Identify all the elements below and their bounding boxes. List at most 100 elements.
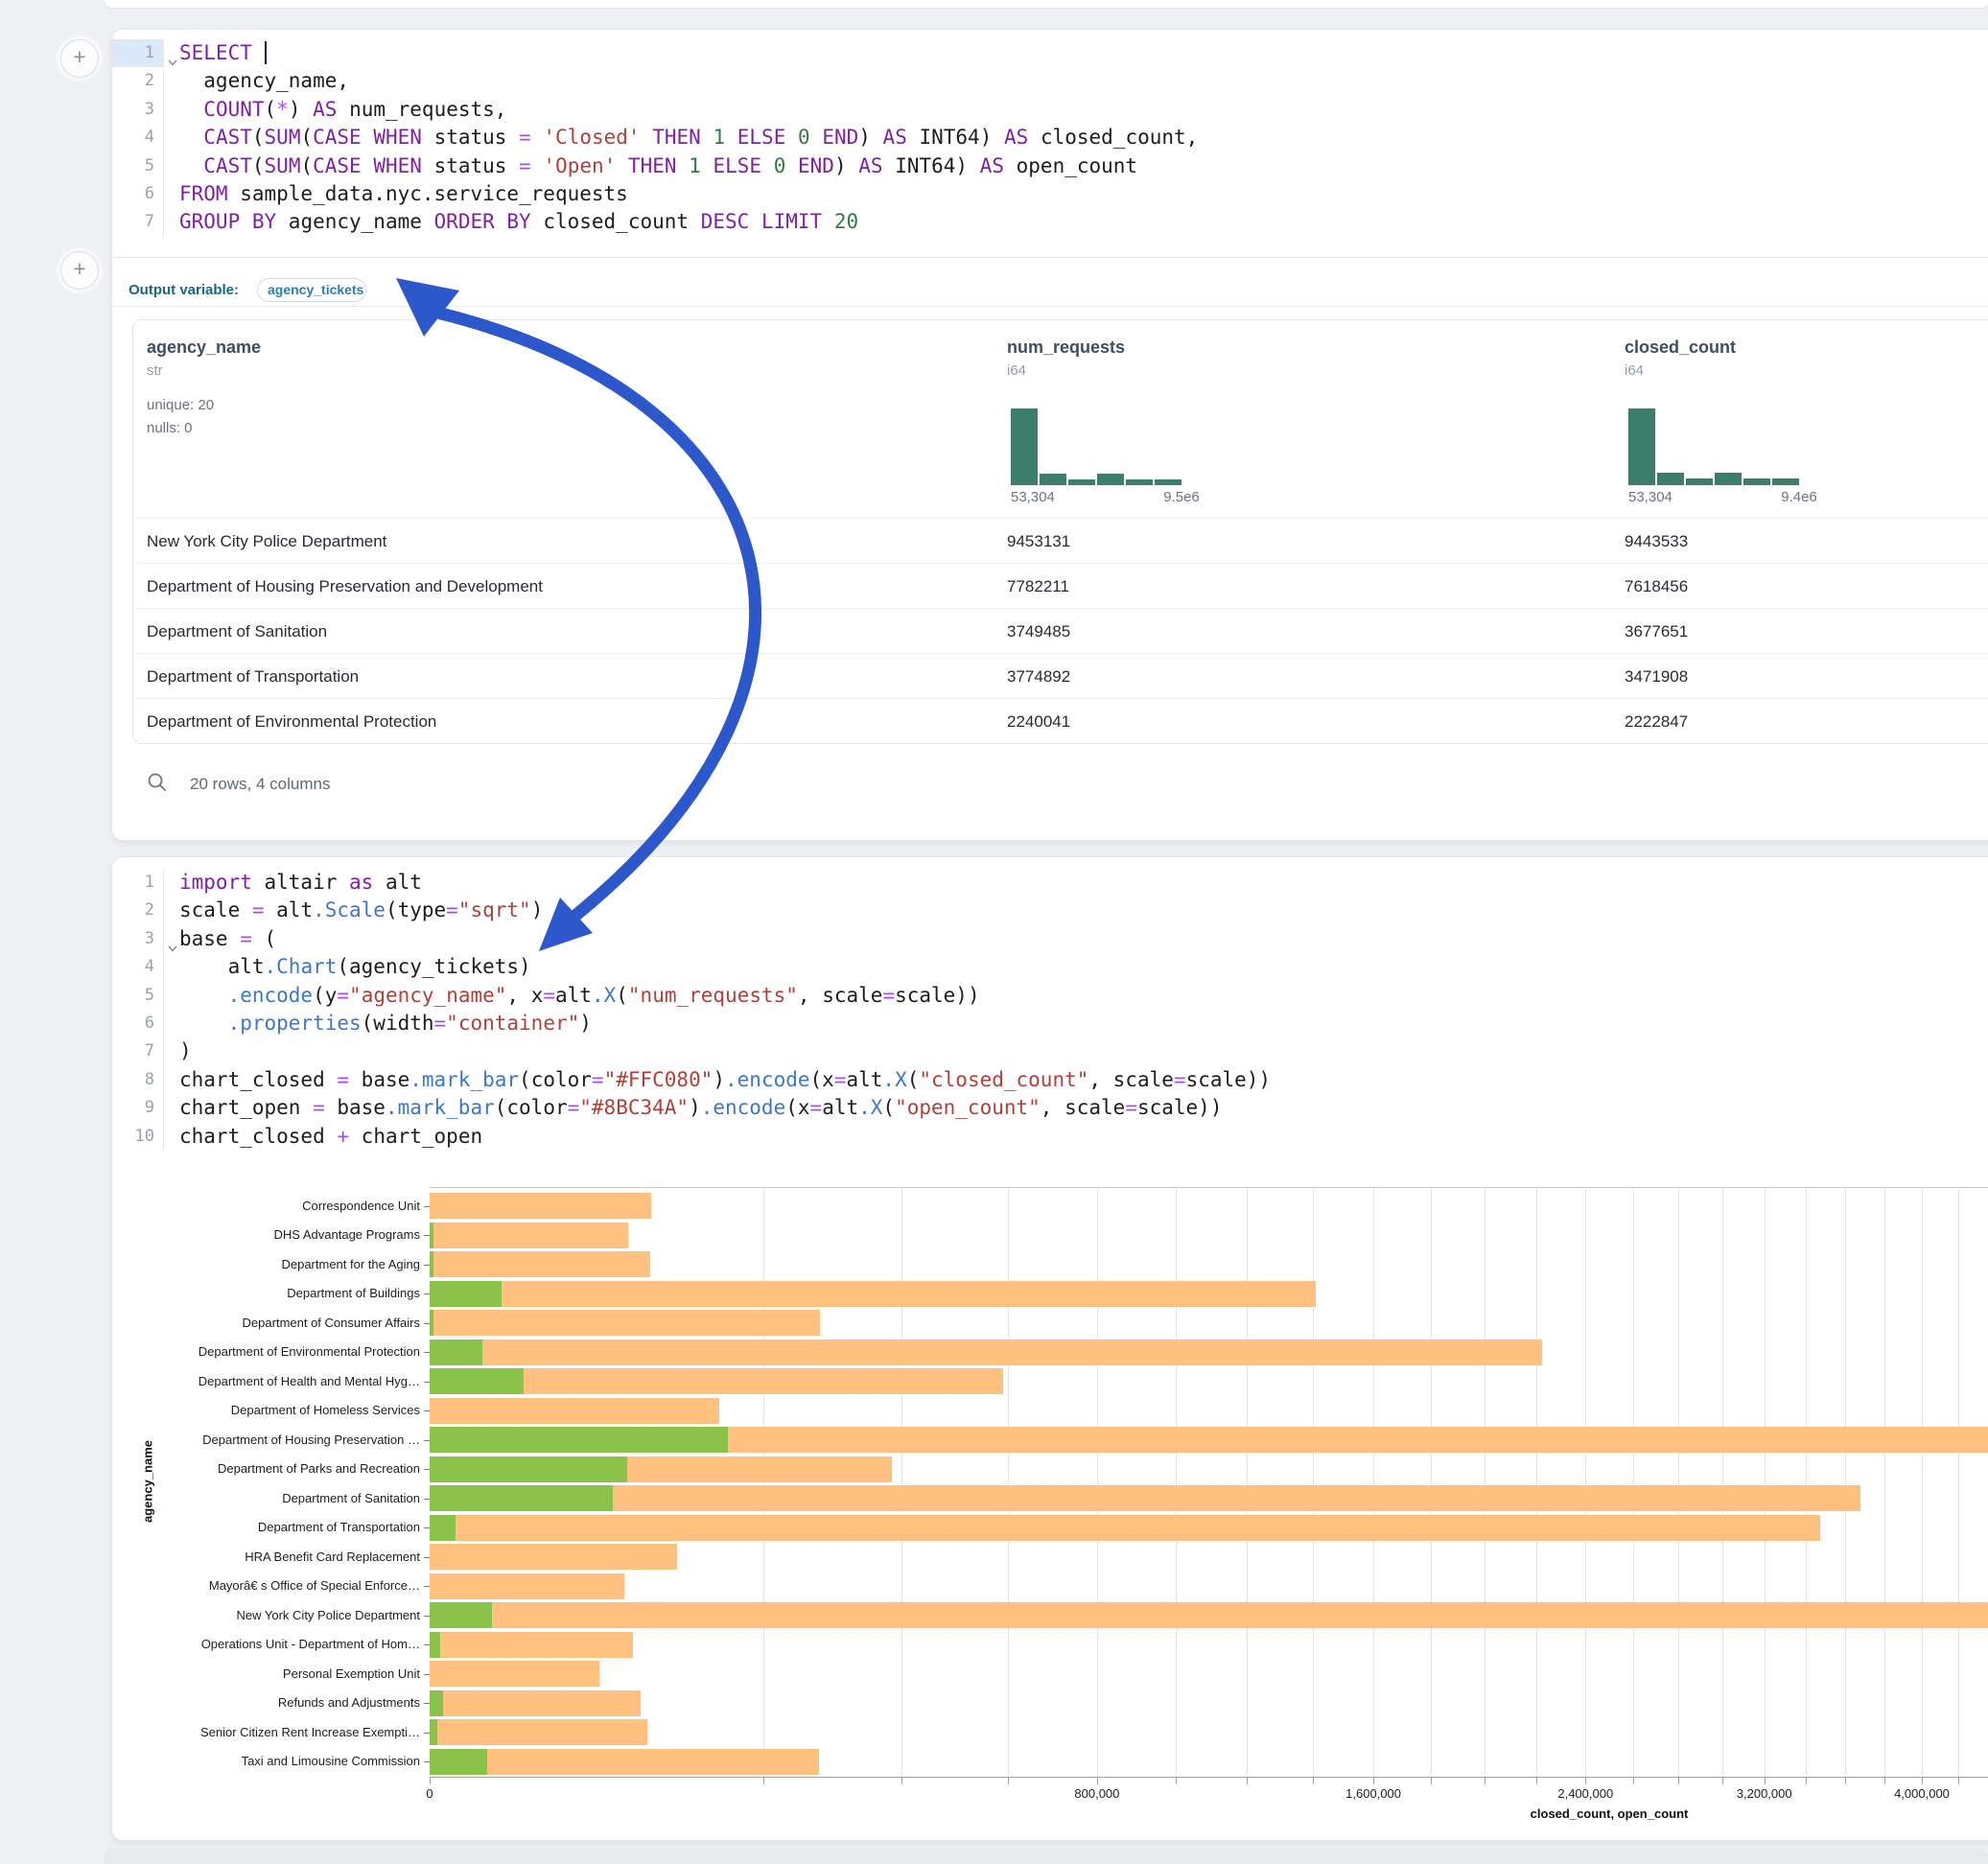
y-axis-label: Mayorâ€ s Office of Special Enforce… bbox=[112, 1577, 420, 1595]
code-text[interactable]: .properties(width="container") bbox=[164, 1010, 592, 1037]
closed-count-bar bbox=[430, 1573, 624, 1599]
code-text[interactable]: chart_closed + chart_open bbox=[164, 1123, 482, 1151]
code-line[interactable]: 7GROUP BY agency_name ORDER BY closed_co… bbox=[112, 208, 1988, 236]
x-tick bbox=[1765, 1778, 1766, 1784]
table-cell: Department of Transportation bbox=[147, 654, 359, 699]
code-text[interactable]: import altair as alt bbox=[164, 869, 422, 897]
y-axis-label: Department of Homeless Services bbox=[112, 1402, 420, 1419]
divider bbox=[112, 257, 1988, 258]
y-axis-label: Department of Parks and Recreation bbox=[112, 1460, 420, 1478]
open-count-bar bbox=[430, 1515, 456, 1541]
closed-count-bar bbox=[430, 1719, 647, 1745]
search-icon[interactable] bbox=[147, 772, 168, 798]
y-tick bbox=[424, 1352, 430, 1353]
open-count-bar bbox=[430, 1281, 502, 1307]
y-tick bbox=[424, 1293, 430, 1294]
code-text[interactable]: CAST(SUM(CASE WHEN status = 'Closed' THE… bbox=[164, 124, 1198, 151]
code-text[interactable]: FROM sample_data.nyc.service_requests bbox=[164, 180, 628, 208]
code-line[interactable]: 5 CAST(SUM(CASE WHEN status = 'Open' THE… bbox=[112, 152, 1988, 180]
x-tick bbox=[1722, 1778, 1723, 1784]
closed-count-bar bbox=[430, 1340, 1542, 1365]
y-tick bbox=[424, 1761, 430, 1762]
code-text[interactable]: chart_closed = base.mark_bar(color="#FFC… bbox=[164, 1066, 1271, 1094]
x-tick bbox=[1884, 1778, 1885, 1784]
column-header[interactable]: closed_count bbox=[1625, 338, 1736, 358]
line-number: 6 bbox=[112, 180, 164, 208]
code-text[interactable]: base = ( bbox=[164, 925, 276, 953]
table-cell: 9443533 bbox=[1625, 519, 1688, 564]
y-axis-label: Department of Buildings bbox=[112, 1285, 420, 1302]
code-line[interactable]: 7) bbox=[112, 1037, 1988, 1065]
gridline bbox=[1176, 1188, 1177, 1777]
gridline bbox=[1373, 1188, 1374, 1777]
previous-cell-edge bbox=[104, 0, 1988, 9]
x-axis-label: 4,000,000 bbox=[1894, 1786, 1950, 1801]
open-count-bar bbox=[430, 1251, 433, 1277]
code-text[interactable]: CAST(SUM(CASE WHEN status = 'Open' THEN … bbox=[164, 152, 1137, 180]
closed-count-bar bbox=[430, 1690, 641, 1716]
code-line[interactable]: 6FROM sample_data.nyc.service_requests bbox=[112, 180, 1988, 208]
divider bbox=[112, 306, 1988, 307]
code-line[interactable]: 4 CAST(SUM(CASE WHEN status = 'Closed' T… bbox=[112, 124, 1988, 151]
table-row[interactable]: Department of Environmental Protection22… bbox=[133, 698, 1988, 744]
code-line[interactable]: 3 COUNT(*) AS num_requests, bbox=[112, 96, 1988, 124]
y-tick bbox=[424, 1235, 430, 1236]
add-cell-button-top[interactable]: + bbox=[60, 39, 99, 78]
code-line[interactable]: 3base = ( bbox=[112, 925, 1988, 953]
column-header[interactable]: num_requests bbox=[1007, 338, 1125, 358]
code-text[interactable]: chart_open = base.mark_bar(color="#8BC34… bbox=[164, 1094, 1222, 1122]
python-code-editor[interactable]: 1import altair as alt2scale = alt.Scale(… bbox=[112, 869, 1988, 1151]
histogram-min-label: 53,304 bbox=[1628, 489, 1672, 505]
column-histogram bbox=[1628, 408, 1799, 485]
y-axis-label: Operations Unit - Department of Hom… bbox=[112, 1636, 420, 1653]
line-number: 1 bbox=[112, 869, 164, 897]
code-text[interactable]: SELECT bbox=[164, 39, 267, 67]
y-tick bbox=[424, 1440, 430, 1441]
code-line[interactable]: 10chart_closed + chart_open bbox=[112, 1123, 1988, 1151]
x-tick bbox=[1373, 1778, 1374, 1784]
code-text[interactable]: scale = alt.Scale(type="sqrt") bbox=[164, 897, 543, 924]
chevron-down-icon[interactable] bbox=[167, 49, 178, 58]
open-count-bar bbox=[430, 1223, 433, 1248]
output-variable-pill[interactable]: agency_tickets bbox=[257, 278, 366, 302]
chart-x-axis: 0800,0001,600,0002,400,0003,200,0004,000… bbox=[430, 1777, 1988, 1778]
code-line[interactable]: 8chart_closed = base.mark_bar(color="#FF… bbox=[112, 1066, 1988, 1094]
code-line[interactable]: 9chart_open = base.mark_bar(color="#8BC3… bbox=[112, 1094, 1988, 1122]
table-row[interactable]: Department of Transportation377489234719… bbox=[133, 653, 1988, 699]
table-row[interactable]: Department of Sanitation37494853677651 bbox=[133, 608, 1988, 654]
line-number: 2 bbox=[112, 67, 164, 95]
code-line[interactable]: 2 agency_name, bbox=[112, 67, 1988, 95]
table-cell: Department of Sanitation bbox=[147, 609, 327, 654]
x-tick bbox=[1097, 1778, 1098, 1784]
code-text[interactable]: COUNT(*) AS num_requests, bbox=[164, 96, 506, 124]
y-tick bbox=[424, 1703, 430, 1704]
code-line[interactable]: 5 .encode(y="agency_name", x=alt.X("num_… bbox=[112, 982, 1988, 1010]
code-text[interactable]: .encode(y="agency_name", x=alt.X("num_re… bbox=[164, 982, 980, 1010]
code-text[interactable]: agency_name, bbox=[164, 67, 349, 95]
column-type: i64 bbox=[1007, 362, 1026, 379]
chart-y-axis-title: agency_name bbox=[141, 1440, 155, 1523]
y-axis-label: Department of Sanitation bbox=[112, 1490, 420, 1507]
code-text[interactable]: GROUP BY agency_name ORDER BY closed_cou… bbox=[164, 208, 858, 236]
code-text[interactable]: ) bbox=[164, 1037, 192, 1065]
page-bottom-bar bbox=[104, 1849, 1988, 1864]
chevron-down-icon[interactable] bbox=[167, 935, 178, 944]
table-row[interactable]: New York City Police Department945313194… bbox=[133, 518, 1988, 564]
code-text[interactable]: alt.Chart(agency_tickets) bbox=[164, 953, 531, 981]
closed-count-bar bbox=[430, 1398, 719, 1424]
gridline bbox=[1845, 1188, 1846, 1777]
table-cell: Department of Housing Preservation and D… bbox=[147, 564, 543, 609]
open-count-bar bbox=[430, 1310, 433, 1336]
column-header[interactable]: agency_name bbox=[147, 338, 261, 358]
y-tick bbox=[424, 1733, 430, 1734]
code-line[interactable]: 6 .properties(width="container") bbox=[112, 1010, 1988, 1037]
open-count-bar bbox=[430, 1602, 492, 1628]
code-line[interactable]: 1import altair as alt bbox=[112, 869, 1988, 897]
code-line[interactable]: 2scale = alt.Scale(type="sqrt") bbox=[112, 897, 1988, 924]
add-cell-button-output[interactable]: + bbox=[60, 251, 99, 290]
sql-code-editor[interactable]: 1SELECT 2 agency_name,3 COUNT(*) AS num_… bbox=[112, 39, 1988, 237]
table-row[interactable]: Department of Housing Preservation and D… bbox=[133, 563, 1988, 609]
code-line[interactable]: 1SELECT bbox=[112, 39, 1988, 67]
code-line[interactable]: 4 alt.Chart(agency_tickets) bbox=[112, 953, 1988, 981]
closed-count-bar bbox=[430, 1281, 1316, 1307]
